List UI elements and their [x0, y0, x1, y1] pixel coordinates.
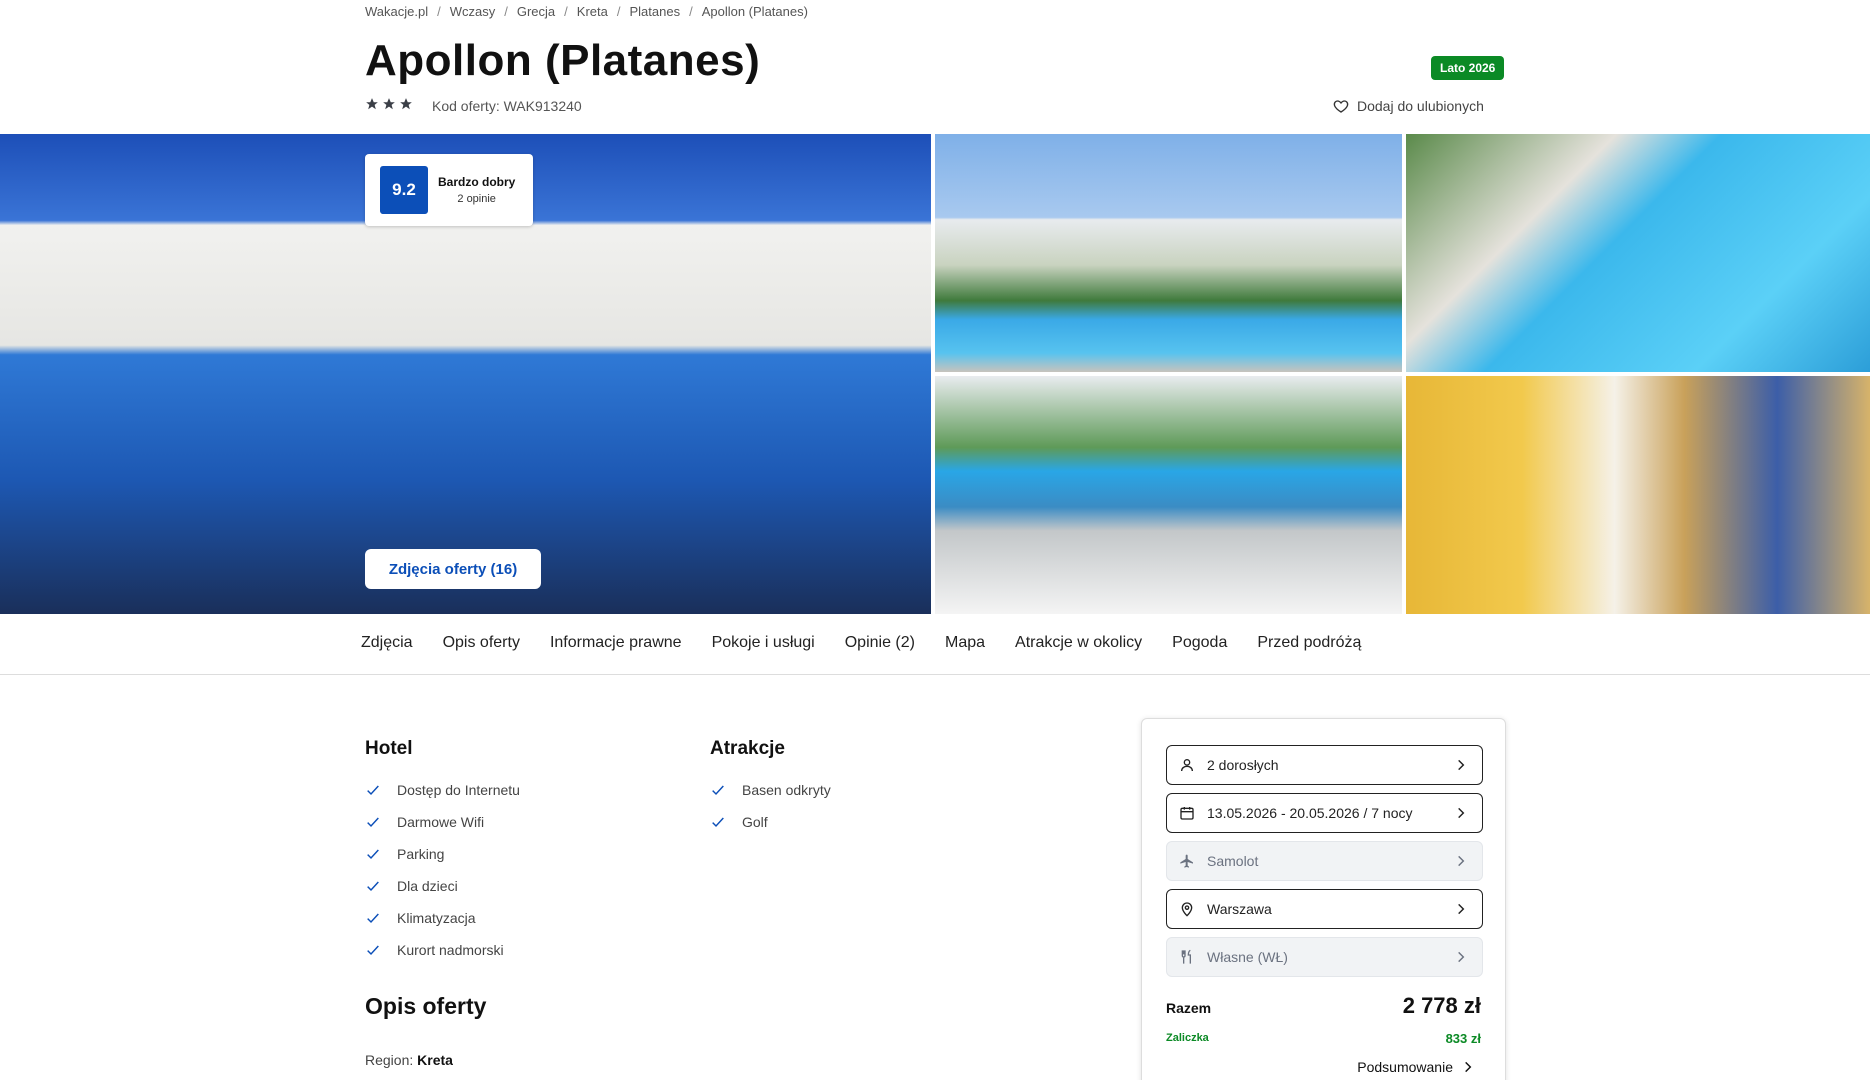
- breadcrumb-link-home[interactable]: Wakacje.pl: [365, 4, 428, 19]
- breadcrumb-link-platanes[interactable]: Platanes: [629, 4, 680, 19]
- booking-panel: 2 dorosłych 13.05.2026 - 20.05.2026 / 7 …: [1141, 718, 1506, 1080]
- list-item: Dla dzieci: [365, 870, 520, 902]
- tab-map[interactable]: Mapa: [945, 634, 985, 652]
- breadcrumb-separator: /: [564, 4, 568, 19]
- total-price: 2 778 zł: [1402, 993, 1481, 1018]
- plane-icon: [1180, 854, 1193, 868]
- region-info: Region: Kreta: [365, 1052, 453, 1068]
- list-item: Dostęp do Internetu: [365, 774, 520, 806]
- chevron-right-icon: [1458, 903, 1465, 915]
- star-icon: [383, 98, 395, 110]
- tab-weather[interactable]: Pogoda: [1172, 634, 1227, 652]
- heart-icon: [1333, 100, 1349, 113]
- breadcrumb-link-wczasy[interactable]: Wczasy: [450, 4, 496, 19]
- check-icon: [712, 817, 724, 828]
- photos-button[interactable]: Zdjęcia oferty (16): [365, 549, 541, 589]
- check-icon: [712, 785, 724, 796]
- chevron-right-icon: [1458, 759, 1465, 771]
- departure-value: Warszawa: [1207, 901, 1272, 917]
- breadcrumb-separator: /: [616, 4, 621, 19]
- tab-description[interactable]: Opis oferty: [443, 634, 520, 652]
- breadcrumb-separator: /: [504, 4, 508, 19]
- gallery-photo[interactable]: [1406, 134, 1870, 372]
- calendar-icon: [1180, 807, 1194, 820]
- transport-selector[interactable]: Samolot: [1166, 841, 1483, 881]
- attractions-list: Basen odkryty Golf: [710, 774, 831, 838]
- region-label: Region:: [365, 1052, 414, 1068]
- list-item: Golf: [710, 806, 831, 838]
- season-badge: Lato 2026: [1431, 56, 1505, 80]
- breadcrumb-separator: /: [437, 4, 441, 19]
- photo-gallery: 9.2 Bardzo dobry 2 opinie Zdjęcia oferty…: [0, 134, 1870, 614]
- gallery-photo[interactable]: [935, 134, 1402, 372]
- summary-label: Podsumowanie: [1357, 1059, 1453, 1075]
- star-icon: [366, 98, 378, 110]
- chevron-right-icon: [1458, 807, 1465, 819]
- region-value: Kreta: [417, 1052, 453, 1068]
- dates-selector[interactable]: 13.05.2026 - 20.05.2026 / 7 nocy: [1166, 793, 1483, 833]
- tab-photos[interactable]: Zdjęcia: [361, 634, 413, 652]
- check-icon: [367, 913, 379, 924]
- rating-score: 9.2: [380, 166, 428, 214]
- main-photo[interactable]: 9.2 Bardzo dobry 2 opinie Zdjęcia oferty…: [0, 134, 931, 614]
- check-icon: [367, 849, 379, 860]
- rating-card[interactable]: 9.2 Bardzo dobry 2 opinie: [365, 154, 533, 226]
- deposit-label: Zaliczka: [1166, 1032, 1209, 1044]
- section-tabs: Zdjęcia Opis oferty Informacje prawne Po…: [0, 614, 1870, 675]
- gallery-photo[interactable]: [935, 376, 1402, 614]
- star-icon: [400, 98, 412, 110]
- chevron-right-icon: [1465, 1061, 1472, 1073]
- check-icon: [367, 785, 379, 796]
- gallery-photo[interactable]: [1406, 376, 1870, 614]
- hotel-stars: [365, 97, 413, 111]
- hotel-amenities-title: Hotel: [365, 738, 413, 759]
- list-item: Klimatyzacja: [365, 902, 520, 934]
- page-title: Apollon (Platanes): [365, 36, 761, 85]
- tab-reviews[interactable]: Opinie (2): [845, 634, 915, 652]
- departure-selector[interactable]: Warszawa: [1166, 889, 1483, 929]
- breadcrumb-separator: /: [689, 4, 693, 19]
- tab-before-travel[interactable]: Przed podróżą: [1257, 634, 1361, 652]
- location-pin-icon: [1181, 902, 1193, 917]
- check-icon: [367, 881, 379, 892]
- rating-label: Bardzo dobry: [438, 175, 516, 189]
- transport-value: Samolot: [1207, 853, 1259, 869]
- dates-value: 13.05.2026 - 20.05.2026 / 7 nocy: [1207, 805, 1413, 821]
- travelers-selector[interactable]: 2 dorosłych: [1166, 745, 1483, 785]
- tab-legal[interactable]: Informacje prawne: [550, 634, 682, 652]
- chevron-right-icon: [1458, 951, 1465, 963]
- tab-rooms[interactable]: Pokoje i usługi: [712, 634, 815, 652]
- list-item: Parking: [365, 838, 520, 870]
- attractions-title: Atrakcje: [710, 738, 785, 759]
- check-icon: [367, 945, 379, 956]
- offer-code: Kod oferty: WAK913240: [432, 98, 582, 114]
- travelers-value: 2 dorosłych: [1207, 757, 1279, 773]
- breadcrumb-link-kreta[interactable]: Kreta: [577, 4, 608, 19]
- person-icon: [1181, 759, 1193, 772]
- check-icon: [367, 817, 379, 828]
- rating-count: 2 opinie: [457, 193, 496, 205]
- board-value: Własne (WŁ): [1207, 949, 1288, 965]
- cutlery-icon: [1181, 949, 1191, 964]
- board-selector[interactable]: Własne (WŁ): [1166, 937, 1483, 977]
- list-item: Basen odkryty: [710, 774, 831, 806]
- deposit-price: 833 zł: [1445, 1031, 1481, 1046]
- hotel-amenities-list: Dostęp do Internetu Darmowe Wifi Parking…: [365, 774, 520, 966]
- favorites-label: Dodaj do ulubionych: [1357, 98, 1484, 114]
- description-title: Opis oferty: [365, 993, 487, 1019]
- list-item: Kurort nadmorski: [365, 934, 520, 966]
- add-to-favorites-button[interactable]: Dodaj do ulubionych: [1333, 98, 1484, 114]
- summary-link[interactable]: Podsumowanie: [1357, 1059, 1475, 1075]
- tab-attractions[interactable]: Atrakcje w okolicy: [1015, 634, 1142, 652]
- breadcrumb-current: Apollon (Platanes): [701, 4, 808, 19]
- total-label: Razem: [1166, 1000, 1212, 1016]
- breadcrumb: Wakacje.pl / Wczasy / Grecja / Kreta / P…: [365, 4, 808, 19]
- chevron-right-icon: [1458, 855, 1465, 867]
- list-item: Darmowe Wifi: [365, 806, 520, 838]
- breadcrumb-link-grecja[interactable]: Grecja: [517, 4, 555, 19]
